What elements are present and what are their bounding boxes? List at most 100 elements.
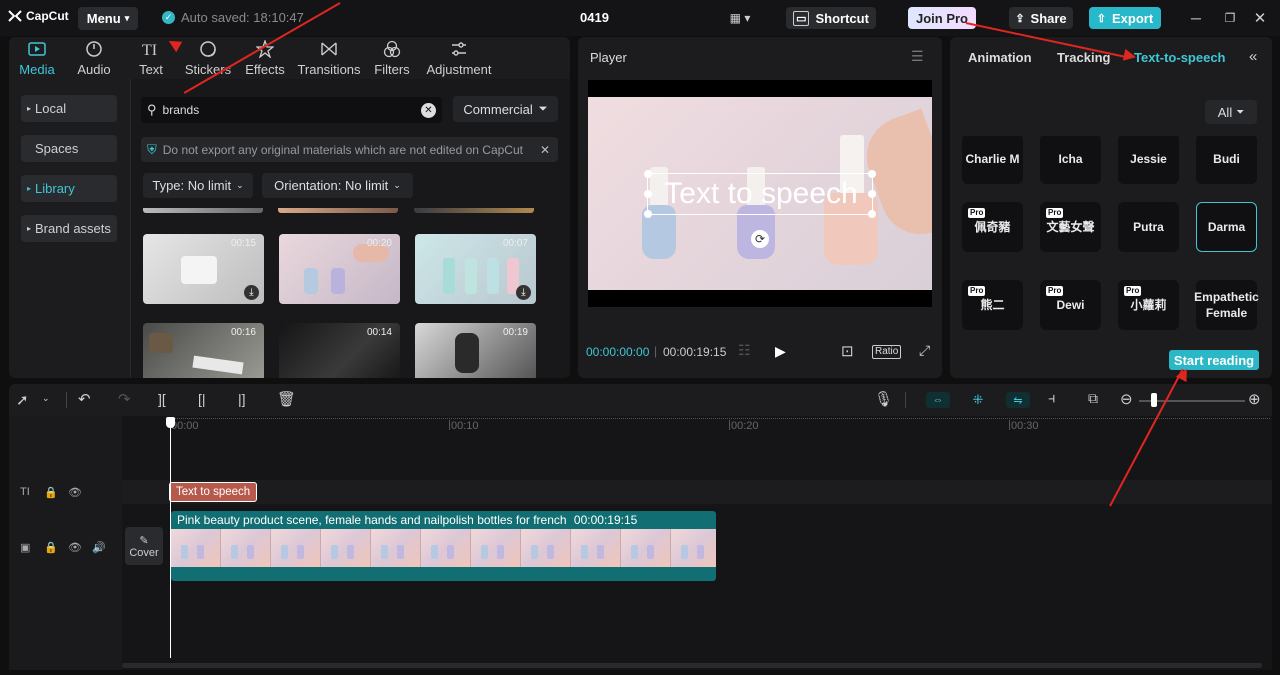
voice-card[interactable]: Pro 小蘿莉: [1118, 280, 1179, 330]
ratio-button[interactable]: Ratio: [872, 345, 902, 359]
playhead-handle[interactable]: [166, 417, 175, 428]
playhead[interactable]: [170, 418, 171, 658]
text-clip[interactable]: Text to speech: [169, 482, 257, 502]
tool-label: Media: [19, 62, 55, 77]
preview-axis-icon[interactable]: ⧉: [1088, 390, 1098, 407]
eye-icon[interactable]: 👁: [68, 486, 82, 499]
voice-card[interactable]: Pro 文藝女聲: [1040, 202, 1101, 252]
thumbnail-partial[interactable]: [278, 208, 398, 213]
voice-card[interactable]: Pro 佩奇豬: [962, 202, 1023, 252]
tool-filters[interactable]: Filters: [365, 40, 419, 78]
menu-button[interactable]: Menu ▾: [78, 7, 138, 30]
voice-name: 文藝女聲: [1046, 220, 1095, 234]
sidebar-item-local[interactable]: ▸ Local: [21, 95, 117, 122]
type-filter-dropdown[interactable]: Type: No limit ⌄: [143, 173, 253, 198]
lock-icon[interactable]: 🔒: [44, 541, 58, 554]
sidebar-item-spaces[interactable]: Spaces: [21, 135, 117, 162]
tab-text-to-speech[interactable]: Text-to-speech: [1134, 50, 1226, 65]
chevron-down-icon[interactable]: ⌄: [42, 393, 50, 404]
voice-card[interactable]: Pro Dewi: [1040, 280, 1101, 330]
restore-icon[interactable]: ❐: [1222, 8, 1238, 28]
svg-text:TI: TI: [142, 42, 157, 58]
zoom-out-icon[interactable]: ⊖: [1120, 390, 1133, 408]
sticker-icon: [200, 41, 216, 57]
media-thumbnail[interactable]: 00:20: [279, 234, 400, 304]
eye-icon[interactable]: 👁: [68, 541, 82, 554]
split-left-icon[interactable]: [|: [198, 391, 206, 407]
text-overlay-box[interactable]: Text to speech: [644, 170, 876, 218]
annotation-arrowhead: [1122, 48, 1138, 64]
tab-animation[interactable]: Animation: [968, 50, 1032, 65]
voice-name: Icha: [1058, 152, 1083, 166]
tool-audio[interactable]: Audio: [67, 40, 121, 78]
minimize-icon[interactable]: ─: [1188, 8, 1204, 28]
download-icon[interactable]: ⤓: [516, 285, 531, 300]
sidebar-item-label: Spaces: [35, 141, 79, 156]
thumbnail-partial[interactable]: [414, 208, 534, 213]
video-clip[interactable]: Pink beauty product scene, female hands …: [171, 511, 716, 581]
sidebar-item-library[interactable]: ▸ Library: [21, 175, 117, 202]
timeline-scrollbar[interactable]: [122, 663, 1262, 668]
voice-card[interactable]: Budi: [1196, 136, 1257, 184]
join-pro-button[interactable]: Join Pro: [908, 7, 976, 29]
zoom-in-icon[interactable]: ⊕: [1248, 390, 1261, 408]
magnet-snap-icon[interactable]: ⇔: [926, 392, 950, 408]
volume-icon[interactable]: 🔊: [92, 541, 106, 554]
media-thumbnail[interactable]: 00:15 ⤓: [143, 234, 264, 304]
project-title[interactable]: 0419: [580, 10, 609, 25]
undo-icon[interactable]: ↶: [78, 390, 91, 408]
media-thumbnail[interactable]: 00:16: [143, 323, 264, 378]
lock-icon[interactable]: 🔒: [44, 486, 58, 499]
media-thumbnail[interactable]: 00:07 ⤓: [415, 234, 536, 304]
align-icon[interactable]: ⫞: [1048, 390, 1056, 407]
share-button[interactable]: ⇪ Share: [1009, 7, 1073, 29]
shortcut-button[interactable]: ▭ Shortcut: [786, 7, 876, 29]
voice-card[interactable]: Charlie M: [962, 136, 1023, 184]
orientation-filter-dropdown[interactable]: Orientation: No limit ⌄: [262, 173, 413, 198]
split-right-icon[interactable]: |]: [238, 391, 246, 407]
select-cursor-icon[interactable]: ➚: [16, 391, 29, 409]
sidebar-item-brand-assets[interactable]: ▸ Brand assets: [21, 215, 117, 242]
voice-filter-button[interactable]: All ⏷: [1205, 100, 1257, 124]
shield-icon: ⛨: [147, 141, 157, 157]
fit-screen-icon[interactable]: ⊡: [841, 342, 854, 360]
cover-button[interactable]: ✎ Cover: [125, 527, 163, 565]
voice-card[interactable]: Icha: [1040, 136, 1101, 184]
export-button[interactable]: ⇧ Export: [1089, 7, 1161, 29]
media-thumbnail[interactable]: 00:19: [415, 323, 536, 378]
thumbnail-partial[interactable]: [143, 208, 263, 213]
collapse-icon[interactable]: «: [1249, 48, 1257, 65]
voice-card[interactable]: Darma: [1196, 202, 1257, 252]
filmstrip-frame: [171, 529, 221, 567]
redo-icon[interactable]: ↷: [118, 390, 131, 408]
clear-icon[interactable]: ✕: [421, 102, 436, 118]
close-icon[interactable]: ✕: [1252, 8, 1268, 28]
tool-media[interactable]: Media: [10, 40, 64, 78]
layout-icon[interactable]: ▦ ▾: [720, 9, 760, 27]
fullscreen-icon[interactable]: ⤢: [919, 342, 930, 359]
download-icon[interactable]: ⤓: [244, 285, 259, 300]
microphone-icon[interactable]: 🎙: [874, 390, 893, 408]
voice-card[interactable]: Pro 熊二: [962, 280, 1023, 330]
voice-card[interactable]: Empathetic Female: [1194, 280, 1259, 330]
rotate-icon[interactable]: ⟳: [751, 230, 769, 248]
hamburger-icon[interactable]: ☰: [911, 48, 924, 65]
frames-icon[interactable]: ☷: [738, 342, 751, 359]
link-icon[interactable]: ⇋: [1006, 392, 1030, 408]
voice-card[interactable]: Putra: [1118, 202, 1179, 252]
search-input[interactable]: ⚲ brands ✕: [141, 97, 442, 123]
play-icon[interactable]: ▶: [775, 343, 786, 360]
voice-card[interactable]: Jessie: [1118, 136, 1179, 184]
delete-icon[interactable]: 🗑: [277, 390, 296, 408]
tool-adjustment[interactable]: Adjustment: [422, 40, 496, 78]
filmstrip-frame: [621, 529, 671, 567]
split-icon[interactable]: ][: [158, 391, 166, 407]
zoom-slider-handle[interactable]: [1151, 393, 1157, 407]
media-thumbnail[interactable]: 00:14: [279, 323, 400, 378]
tool-stickers[interactable]: Stickers: [181, 40, 235, 78]
close-notice-icon[interactable]: ✕: [540, 143, 550, 157]
linkage-icon[interactable]: ⁜: [966, 390, 990, 410]
filmstrip-frame: [371, 529, 421, 567]
commercial-filter-button[interactable]: Commercial ⏷: [453, 96, 558, 122]
tool-transitions[interactable]: Transitions: [297, 40, 361, 78]
